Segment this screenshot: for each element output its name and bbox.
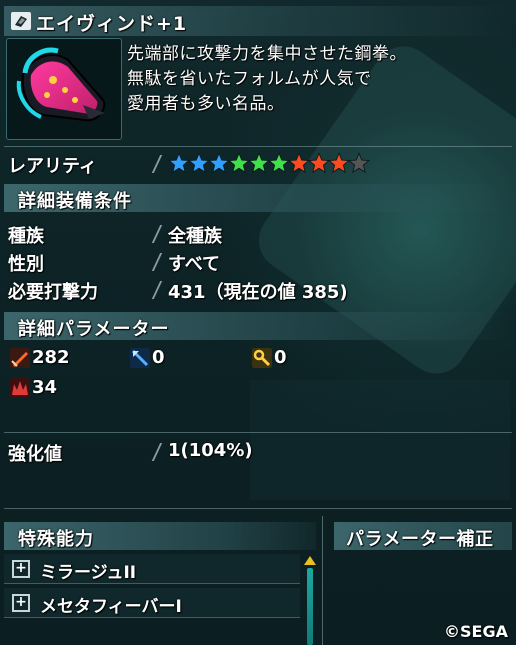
enhancement-label: 強化値 — [8, 444, 62, 465]
technique-attack-value: 0 — [274, 347, 287, 368]
race-value: 全種族 — [168, 226, 222, 247]
ability-label: メセタフィーバーI — [40, 597, 182, 617]
divider — [4, 508, 512, 509]
scroll-thumb[interactable] — [307, 568, 313, 645]
striking-attack-icon — [10, 348, 30, 368]
ability-label: ミラージュII — [40, 563, 137, 583]
parameters-header: 詳細パラメーター — [4, 312, 512, 340]
special-abilities-panel: 特殊能力 + ミラージュII + メセタフィーバーI — [0, 516, 322, 645]
rarity-star-empty-icon — [348, 152, 370, 174]
ability-row[interactable]: + メセタフィーバーI — [4, 588, 300, 618]
ability-row[interactable]: + ミラージュII — [4, 554, 300, 584]
striking-defense-icon — [10, 378, 30, 398]
rarity-star-filled-icon — [208, 152, 230, 174]
rarity-star-filled-icon — [308, 152, 330, 174]
rarity-star-filled-icon — [268, 152, 290, 174]
divider — [4, 146, 512, 147]
rarity-star-filled-icon — [328, 152, 350, 174]
description-line: 無駄を省いたフォルムが人気で — [127, 69, 372, 89]
description-line: 愛用者も多い名品。 — [127, 94, 285, 114]
item-description: 先端部に攻撃力を集中させた鋼拳。 無駄を省いたフォルムが人気で 愛用者も多い名品… — [127, 42, 507, 117]
equip-conditions-header: 詳細装備条件 — [4, 184, 512, 212]
rarity-star-filled-icon — [228, 152, 250, 174]
rarity-star-filled-icon — [168, 152, 190, 174]
striking-attack-value: 282 — [32, 347, 70, 368]
required-striking-label: 必要打撃力 — [8, 282, 98, 303]
expand-icon[interactable]: + — [12, 594, 30, 612]
item-image — [6, 38, 122, 140]
gender-value: すべて — [168, 254, 221, 275]
knuckle-type-icon — [11, 12, 31, 30]
rarity-label: レアリティ — [8, 156, 97, 177]
gender-label: 性別 — [8, 254, 44, 275]
rarity-star-filled-icon — [188, 152, 210, 174]
section-title: 特殊能力 — [18, 529, 94, 550]
scroll-up-arrow-icon[interactable] — [304, 556, 316, 565]
rarity-star-filled-icon — [288, 152, 310, 174]
striking-defense-value: 34 — [32, 377, 58, 398]
section-title: 詳細装備条件 — [18, 191, 132, 212]
ranged-attack-icon — [130, 348, 150, 368]
section-title: 詳細パラメーター — [18, 319, 170, 340]
technique-attack-icon — [252, 348, 272, 368]
copyright: ©SEGA — [444, 622, 508, 641]
param-bonus-header: パラメーター補正 — [334, 522, 512, 550]
knuckle-weapon-icon — [16, 47, 106, 122]
item-title-bar: エイヴィンド+1 — [4, 6, 512, 36]
rarity-star-filled-icon — [248, 152, 270, 174]
required-striking-value: 431（現在の値 385) — [168, 282, 348, 303]
ranged-attack-value: 0 — [152, 347, 165, 368]
special-abilities-header: 特殊能力 — [4, 522, 316, 550]
divider — [4, 432, 512, 433]
expand-icon[interactable]: + — [12, 560, 30, 578]
panel-divider — [322, 516, 323, 645]
section-title: パラメーター補正 — [346, 529, 494, 550]
enhancement-value: 1(104%) — [168, 440, 253, 461]
abilities-scrollbar[interactable] — [304, 556, 316, 645]
description-line: 先端部に攻撃力を集中させた鋼拳。 — [127, 44, 407, 64]
race-label: 種族 — [8, 226, 44, 247]
item-name: エイヴィンド+1 — [36, 13, 188, 35]
